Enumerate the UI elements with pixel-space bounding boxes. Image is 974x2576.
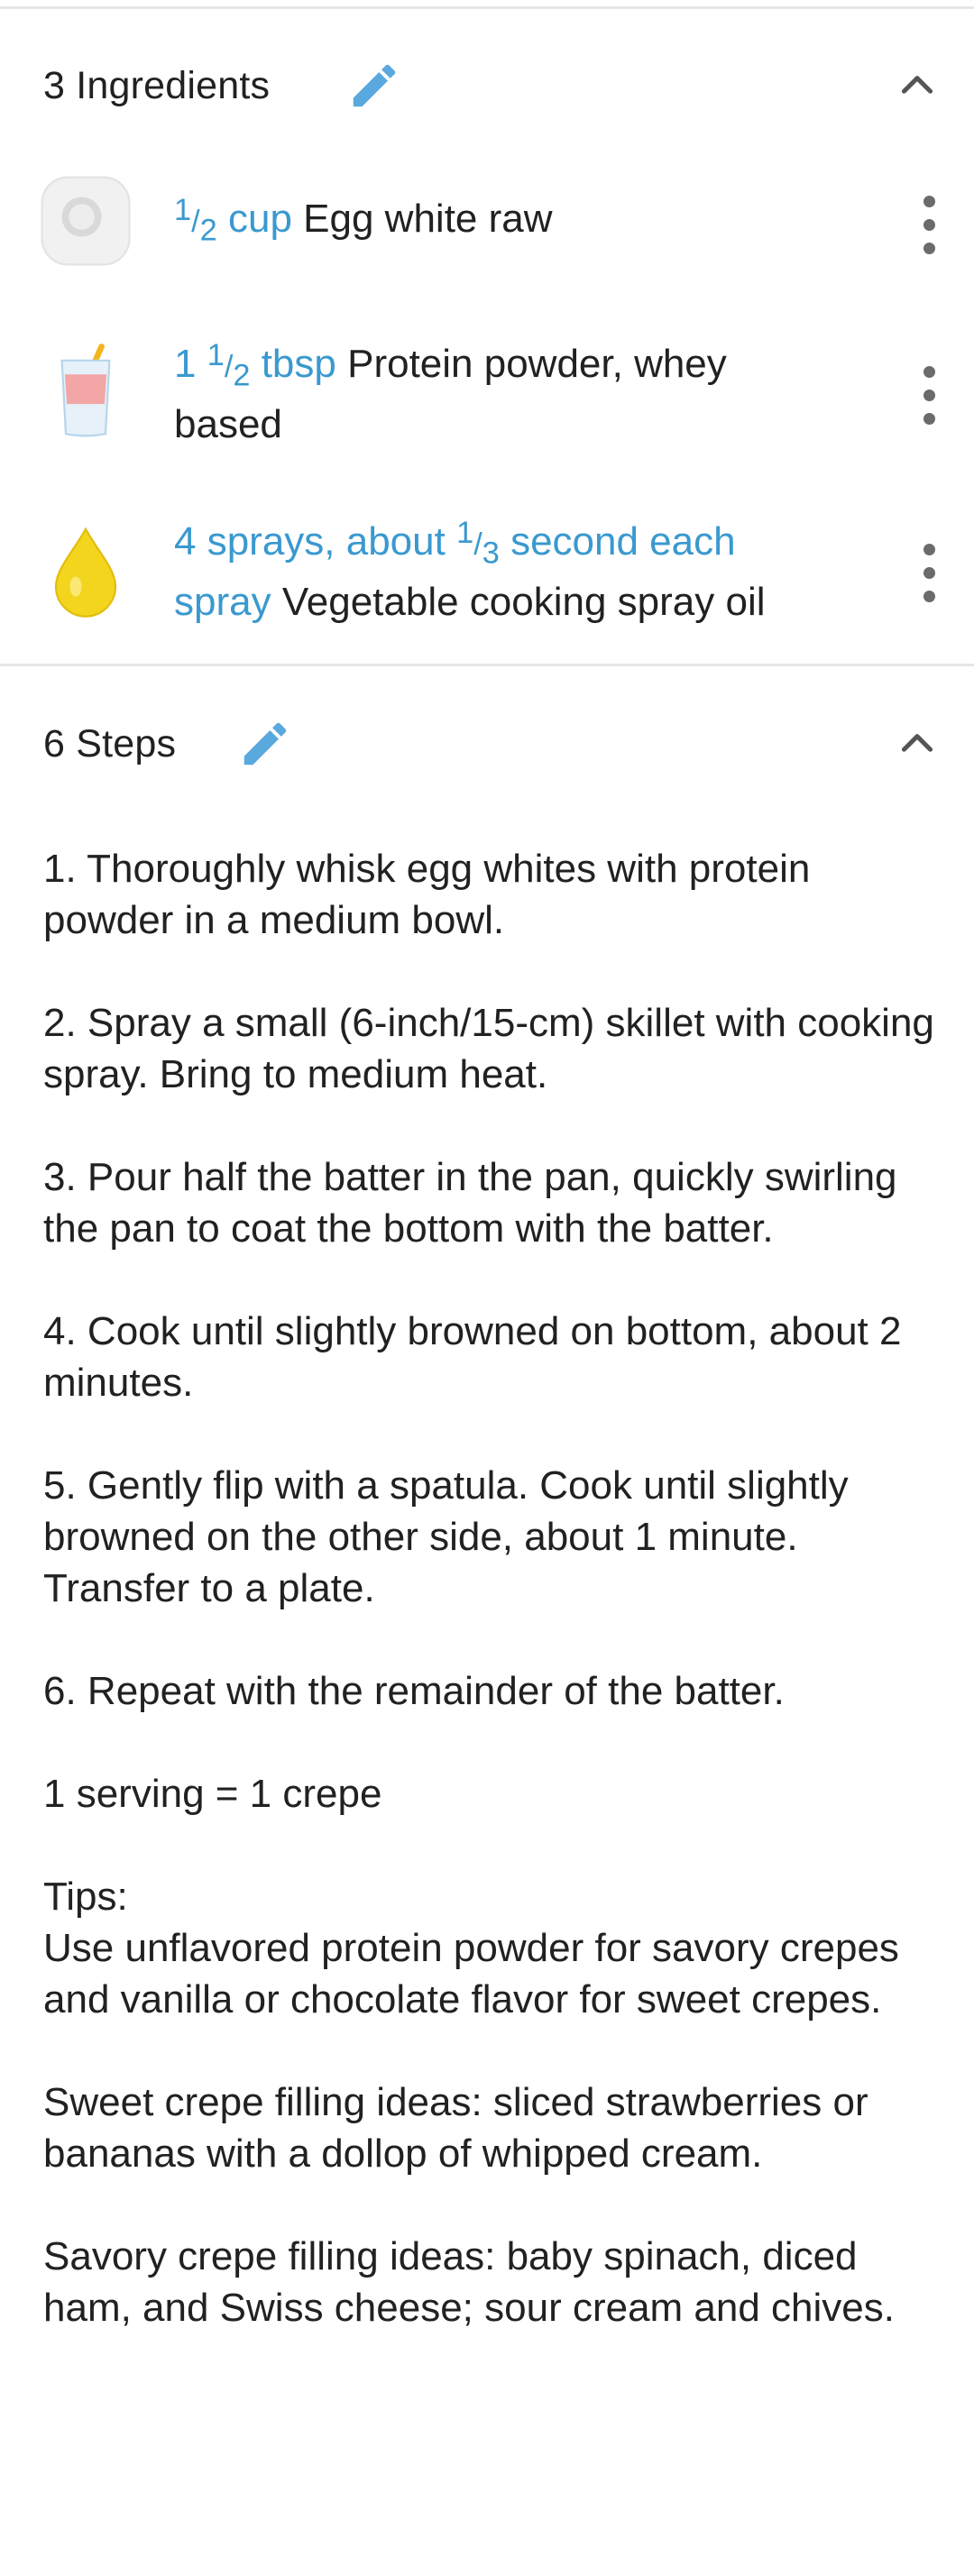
ingredient-name: Egg white raw	[303, 197, 553, 241]
edit-steps-pencil-icon[interactable]	[237, 716, 293, 772]
steps-body: 1. Thoroughly whisk egg whites with prot…	[43, 843, 945, 2385]
sweet-filling-paragraph: Sweet crepe filling ideas: sliced strawb…	[43, 2080, 868, 2176]
step-paragraph: 5. Gently flip with a spatula. Cook unti…	[43, 1463, 849, 1610]
top-divider	[0, 6, 974, 9]
step-paragraph: 6. Repeat with the remainder of the batt…	[43, 1669, 785, 1713]
ingredient-row[interactable]: 1 1/2 tbsp Protein powder, whey based	[0, 332, 974, 458]
section-divider	[0, 664, 974, 666]
edit-ingredients-pencil-icon[interactable]	[346, 58, 402, 114]
collapse-steps-chevron-up-icon[interactable]	[895, 721, 940, 766]
step-paragraph: 2. Spray a small (6-inch/15-cm) skillet …	[43, 1001, 934, 1096]
step-paragraph: 4. Cook until slightly browned on bottom…	[43, 1309, 902, 1405]
ingredient-line: 4 sprays, about 1/3 second each spray Ve…	[174, 513, 841, 630]
ingredient-quantity: 1 1/2 tbsp	[174, 337, 336, 393]
tips-paragraph: Tips: Use unflavored protein powder for …	[43, 1875, 899, 2021]
ingredient-more-options-icon[interactable]	[916, 542, 943, 605]
oil-drop-icon	[54, 527, 117, 618]
ingredient-row[interactable]: 4 sprays, about 1/3 second each spray Ve…	[0, 509, 974, 636]
ingredients-title: 3 Ingredients	[43, 64, 271, 107]
steps-header[interactable]: 6 Steps	[0, 708, 974, 780]
ingredient-line: 1/2 cup Egg white raw	[174, 190, 841, 251]
ingredient-more-options-icon[interactable]	[916, 194, 943, 257]
ingredients-header[interactable]: 3 Ingredients	[0, 50, 974, 122]
savory-filling-paragraph: Savory crepe filling ideas: baby spinach…	[43, 2234, 896, 2330]
step-paragraph: 3. Pour half the batter in the pan, quic…	[43, 1155, 897, 1251]
egg-white-icon	[41, 176, 131, 266]
serving-note: 1 serving = 1 crepe	[43, 1772, 382, 1816]
protein-shake-icon	[60, 344, 111, 437]
steps-title: 6 Steps	[43, 722, 177, 765]
ingredient-quantity: 1/2 cup	[174, 192, 292, 248]
ingredient-row[interactable]: 1/2 cup Egg white raw	[0, 167, 974, 275]
collapse-ingredients-chevron-up-icon[interactable]	[895, 63, 940, 108]
ingredient-line: 1 1/2 tbsp Protein powder, whey based	[174, 335, 841, 453]
ingredient-more-options-icon[interactable]	[916, 364, 943, 427]
step-paragraph: 1. Thoroughly whisk egg whites with prot…	[43, 847, 811, 942]
ingredient-name: Vegetable cooking spray oil	[281, 580, 766, 624]
